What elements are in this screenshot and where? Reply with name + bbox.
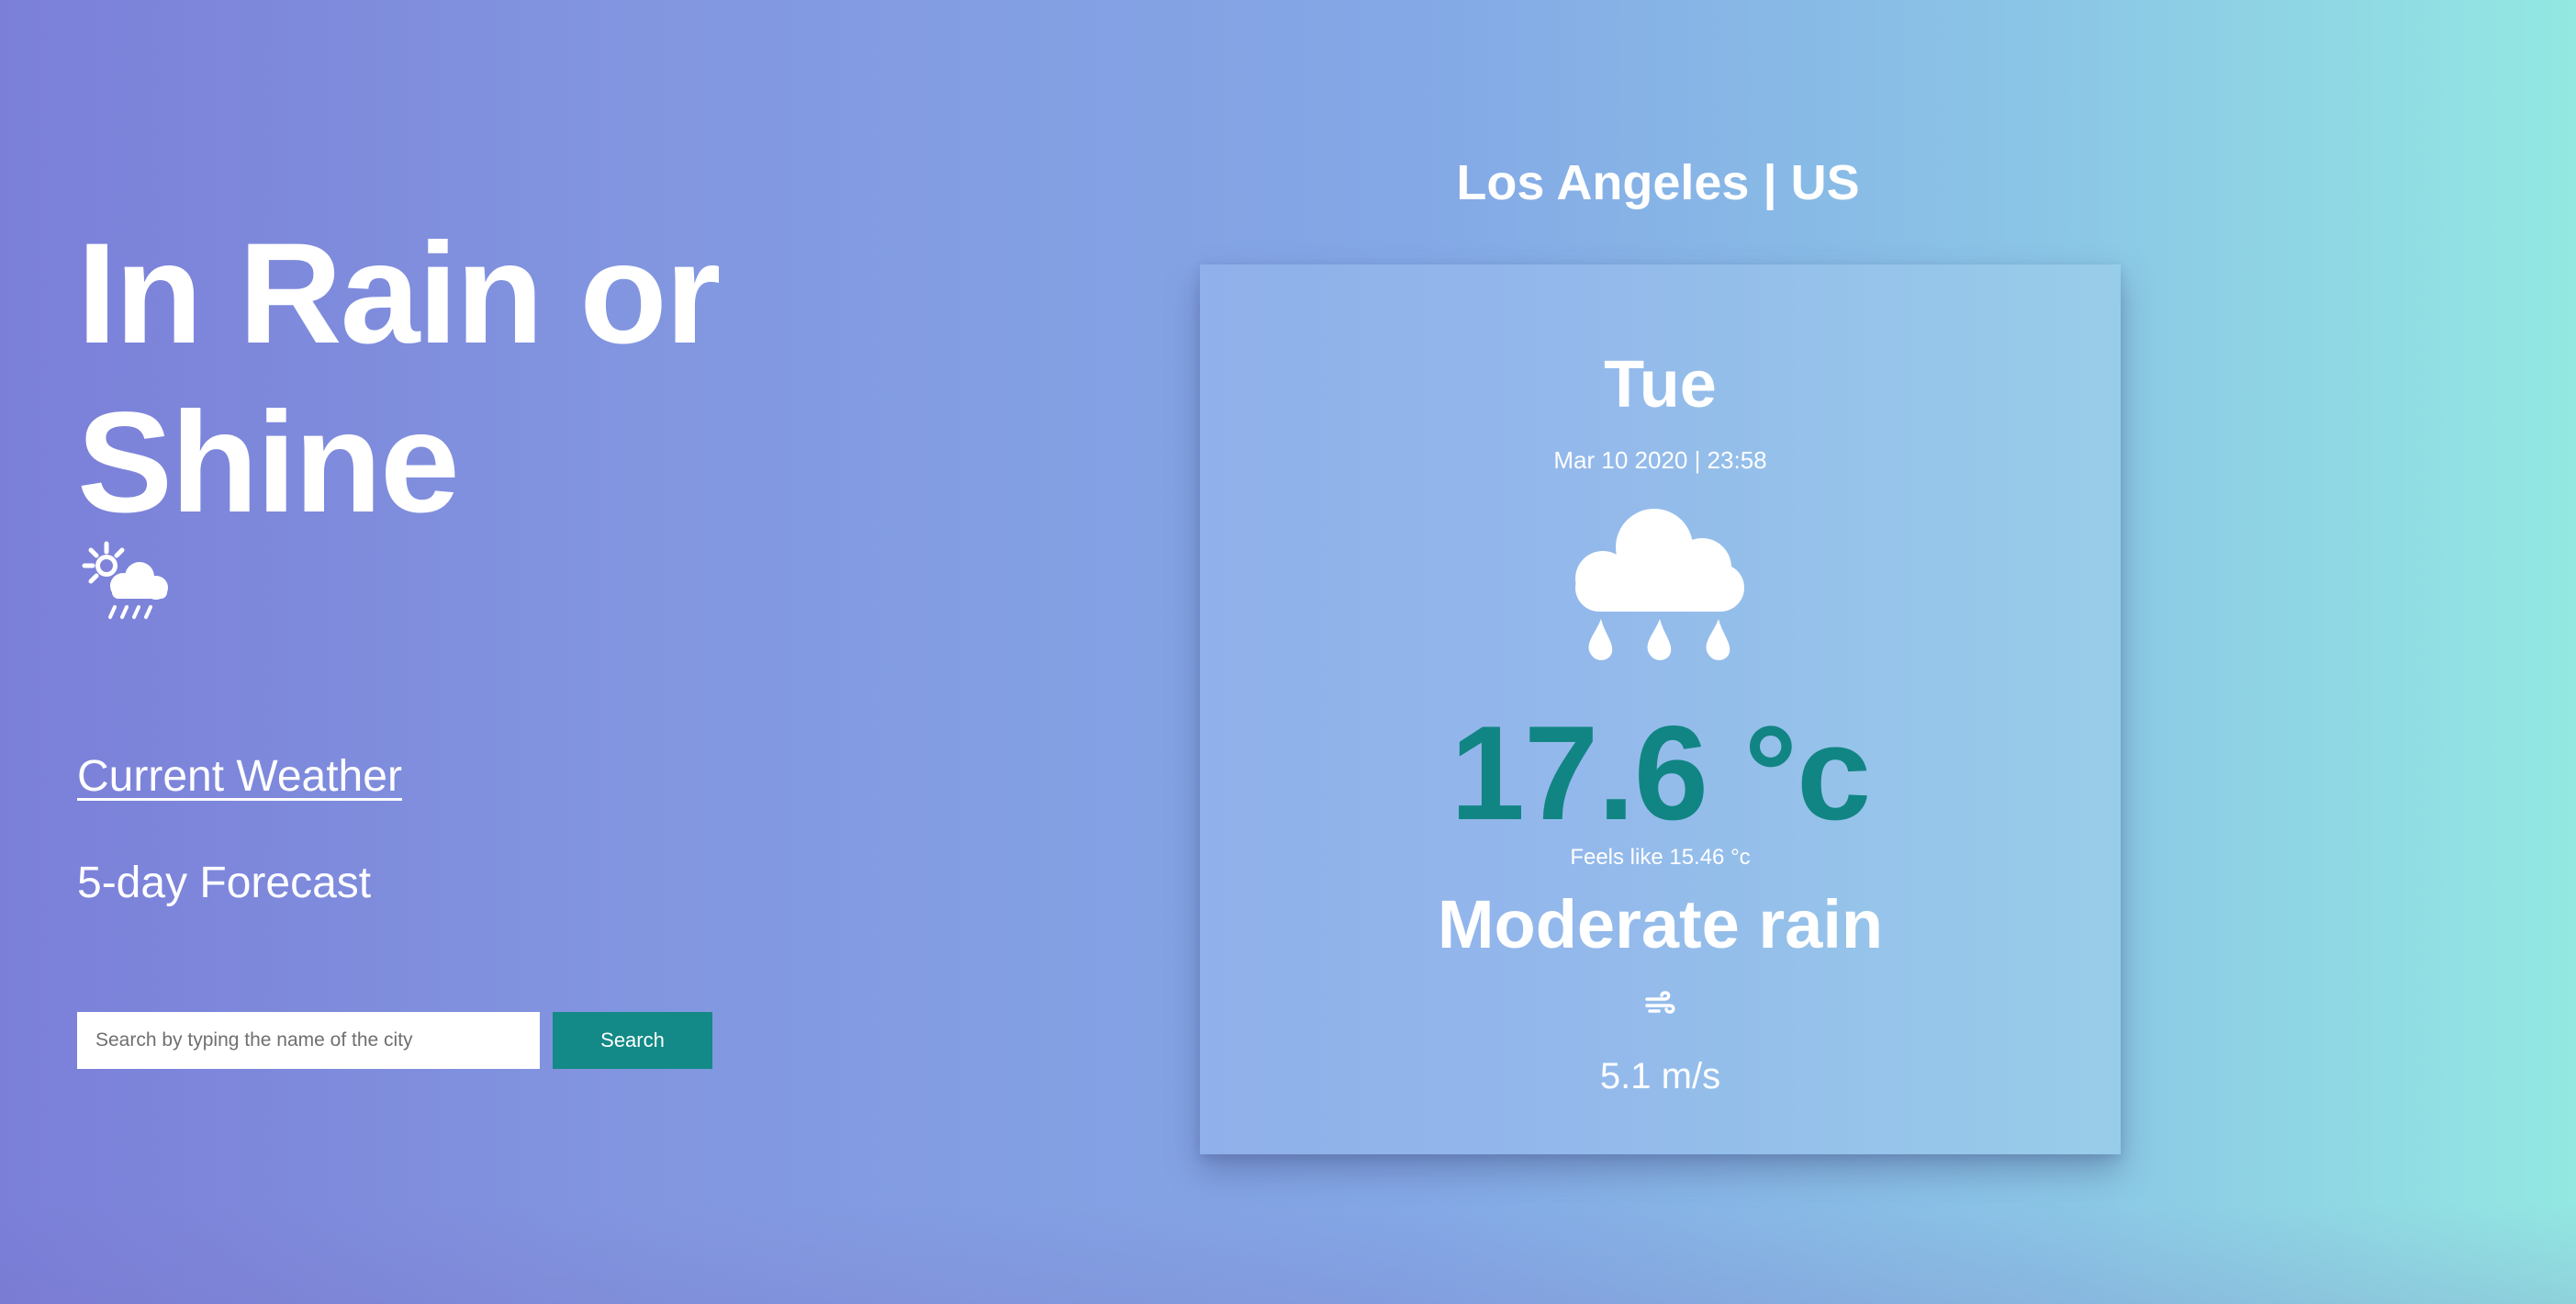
feels-like: Feels like 15.46 °c [1570,845,1751,870]
weather-card: Tue Mar 10 2020 | 23:58 17.6 °c Feels li… [1200,264,2121,1154]
weather-description: Moderate rain [1437,886,1884,962]
weather-datetime: Mar 10 2020 | 23:58 [1553,446,1767,474]
wind-speed: 5.1 m/s [1599,1056,1721,1096]
temperature-value: 17.6 °c [1450,698,1871,848]
nav-5-day-forecast[interactable]: 5-day Forecast [77,858,371,908]
background-shade [0,1203,2576,1304]
nav-current-weather[interactable]: Current Weather [77,751,402,802]
sun-cloud-rain-icon [82,541,168,619]
city-search-input[interactable] [77,1012,540,1069]
wind-icon [1645,991,1675,1014]
search-button[interactable]: Search [553,1012,712,1069]
weather-day: Tue [1604,348,1717,422]
location-title: Los Angeles | US [1456,155,1860,210]
cloud-rain-icon [1575,509,1744,660]
hero-title: In Rain or Shine [77,214,721,543]
